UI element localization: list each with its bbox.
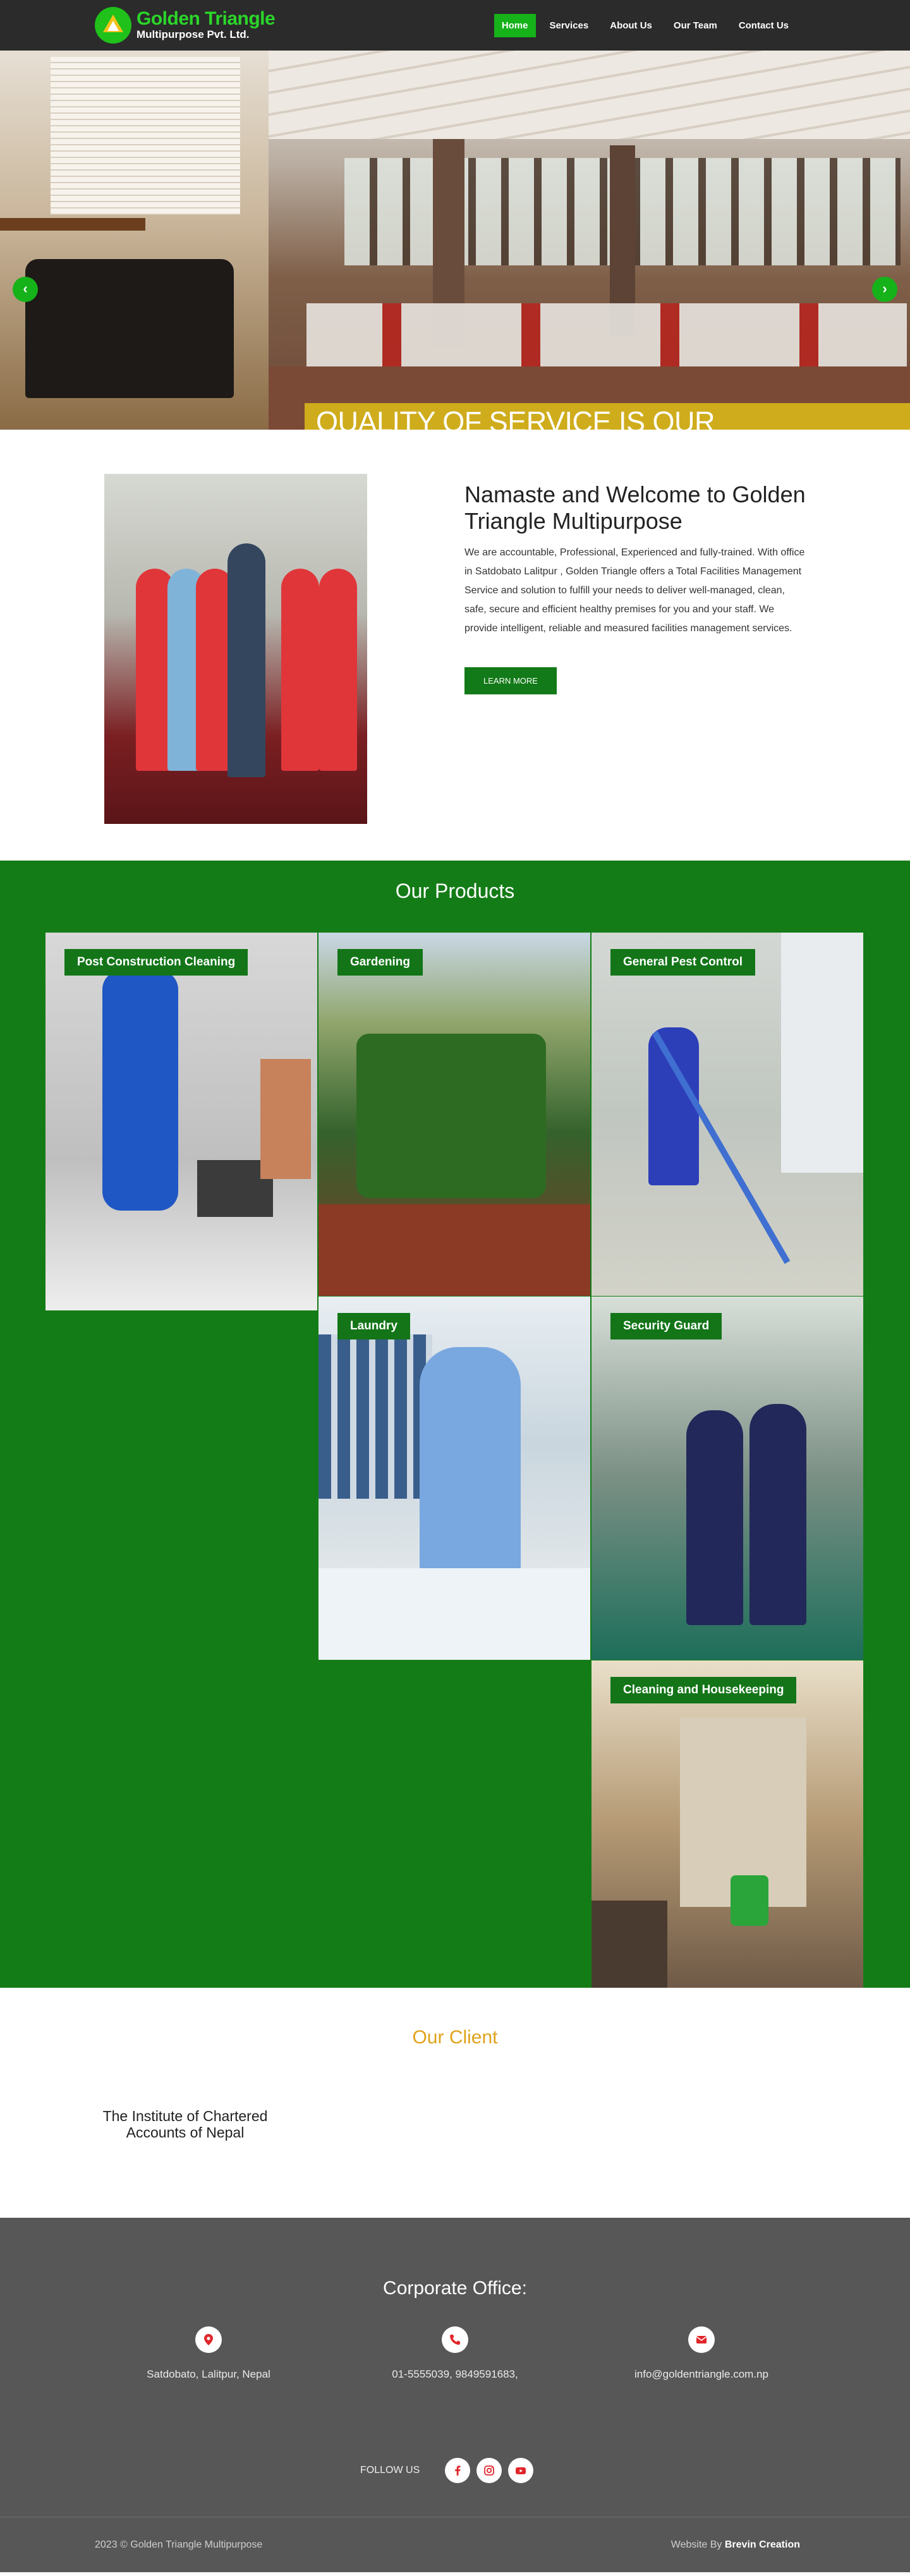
welcome-section: Namaste and Welcome to Golden Triangle M…: [0, 430, 910, 861]
product-label: Post Construction Cleaning: [64, 949, 248, 976]
social-links: FOLLOW US: [360, 2458, 534, 2483]
envelope-icon: [688, 2326, 715, 2353]
facebook-icon[interactable]: [445, 2458, 471, 2483]
site-header: Golden Triangle Multipurpose Pvt. Ltd. H…: [0, 0, 910, 51]
youtube-icon[interactable]: [508, 2458, 534, 2483]
nav-about-us[interactable]: About Us: [602, 14, 660, 37]
hero-image-office-lounge: [0, 51, 269, 430]
product-tile-gardening[interactable]: Gardening: [318, 933, 590, 1296]
chevron-right-icon[interactable]: ›: [872, 277, 897, 302]
triangle-logo-icon: [95, 7, 131, 44]
nav-contact-us[interactable]: Contact Us: [731, 14, 796, 37]
follow-us-label: FOLLOW US: [360, 2465, 420, 2476]
phone-text[interactable]: 01-5555039, 9849591683,: [322, 2368, 588, 2381]
hero-caption: QUALITY OF SERVICE IS OUR COMMITMENT: [305, 403, 910, 430]
phone-icon: [442, 2326, 468, 2353]
copyright-text: 2023 © Golden Triangle Multipurpose: [95, 2539, 263, 2550]
email-text[interactable]: info@goldentriangle.com.np: [569, 2368, 834, 2381]
instagram-icon[interactable]: [476, 2458, 502, 2483]
welcome-title: Namaste and Welcome to Golden Triangle M…: [464, 481, 806, 534]
hero-slider: QUALITY OF SERVICE IS OUR COMMITMENT ‹ ›: [0, 51, 910, 430]
product-label: Laundry: [337, 1313, 410, 1339]
product-label: Gardening: [337, 949, 423, 976]
product-tile-cleaning-housekeeping[interactable]: Cleaning and Housekeeping: [592, 1660, 863, 1988]
welcome-body: We are accountable, Professional, Experi…: [464, 547, 805, 634]
address-text: Satdobato, Lalitpur, Nepal: [147, 2368, 270, 2380]
credit-link[interactable]: Brevin Creation: [725, 2539, 800, 2550]
logo-title: Golden Triangle: [136, 8, 276, 29]
email-block: info@goldentriangle.com.np: [569, 2326, 834, 2381]
map-marker-icon: [195, 2326, 222, 2353]
nav-home[interactable]: Home: [494, 13, 536, 37]
credit-prefix: Website By: [670, 2539, 722, 2550]
credit-text: Website By Brevin Creation: [671, 2539, 800, 2551]
footer-bottom-bar: 2023 © Golden Triangle Multipurpose Webs…: [0, 2517, 910, 2572]
products-title: Our Products: [395, 880, 515, 902]
product-label: General Pest Control: [610, 949, 755, 976]
nav-our-team[interactable]: Our Team: [666, 14, 725, 37]
product-tile-security-guard[interactable]: Security Guard: [592, 1297, 863, 1660]
chevron-left-icon[interactable]: ‹: [13, 277, 38, 302]
address-block: Satdobato, Lalitpur, Nepal: [76, 2326, 341, 2381]
logo[interactable]: Golden Triangle Multipurpose Pvt. Ltd.: [95, 7, 276, 44]
main-nav: Home Services About Us Our Team Contact …: [494, 13, 796, 37]
product-tile-general-pest-control[interactable]: General Pest Control: [592, 933, 863, 1296]
team-photo: [104, 474, 367, 824]
learn-more-button[interactable]: LEARN MORE: [464, 667, 557, 694]
footer-contact: Corporate Office: Satdobato, Lalitpur, N…: [0, 2218, 910, 2517]
logo-subtitle: Multipurpose Pvt. Ltd.: [136, 28, 250, 40]
corporate-office-title: Corporate Office:: [383, 2278, 527, 2299]
phone-block: 01-5555039, 9849591683,: [322, 2326, 588, 2381]
clients-title: Our Client: [412, 2027, 498, 2048]
hero-image-open-office: [269, 51, 910, 430]
clients-section: Our Client The Institute of Chartered Ac…: [0, 1988, 910, 2218]
product-label: Cleaning and Housekeeping: [610, 1677, 797, 1703]
nav-services[interactable]: Services: [542, 14, 597, 37]
product-tile-laundry[interactable]: Laundry: [318, 1297, 590, 1660]
client-item: The Institute of Chartered Accounts of N…: [102, 2108, 268, 2141]
product-tile-post-construction-cleaning[interactable]: Post Construction Cleaning: [46, 933, 317, 1310]
product-label: Security Guard: [610, 1313, 722, 1339]
products-section: Our Products Post Construction Cleaning …: [0, 861, 910, 1988]
